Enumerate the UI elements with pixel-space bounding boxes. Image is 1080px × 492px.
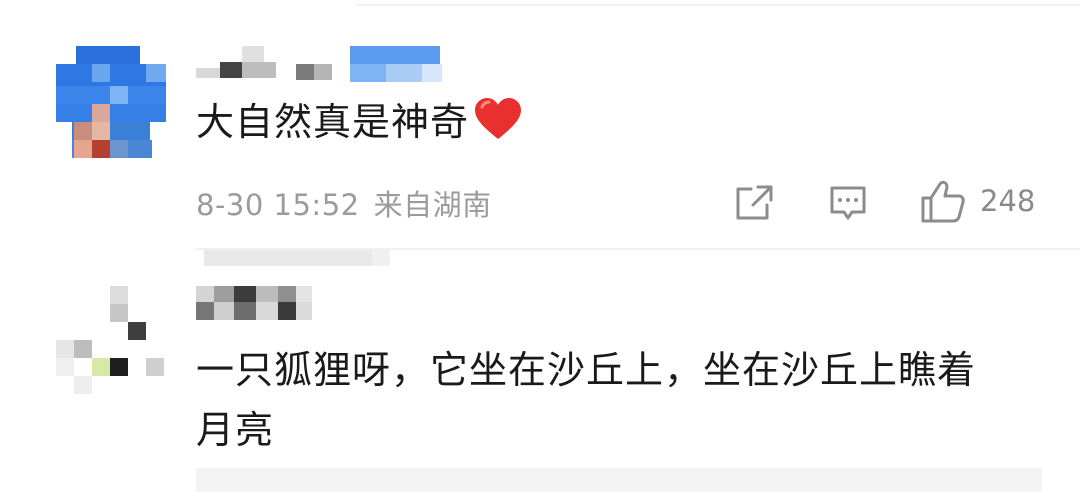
- like-count: 248: [980, 184, 1036, 218]
- divider: [356, 4, 1080, 6]
- obscured-strip: [196, 468, 1042, 492]
- comment-body-line-1: 一只狐狸呀，它坐在沙丘上，坐在沙丘上瞧着: [196, 348, 977, 392]
- avatar[interactable]: [56, 46, 166, 158]
- share-icon[interactable]: [734, 184, 774, 222]
- comment-location: 来自湖南: [373, 188, 492, 222]
- username-obscured[interactable]: [196, 286, 326, 326]
- username-obscured[interactable]: [196, 46, 446, 82]
- comment-body: 大自然真是神奇: [196, 100, 470, 144]
- avatar-pixelated-image: [56, 286, 164, 394]
- comment-feed: 大自然真是神奇 8-30 15:52 来自湖南 248 一只狐狸呀，它坐在沙丘上…: [0, 0, 1080, 492]
- avatar-pixelated-image: [56, 46, 166, 158]
- comment-meta: 8-30 15:52 来自湖南: [196, 182, 492, 224]
- comment-icon[interactable]: [828, 184, 868, 222]
- comment-date: 8-30 15:52: [196, 188, 360, 222]
- comment-body-line-2: 月亮: [196, 408, 275, 452]
- thumbs-up-icon[interactable]: [920, 180, 966, 224]
- comment-text: 大自然真是神奇: [196, 92, 523, 158]
- avatar[interactable]: [56, 286, 166, 398]
- heart-icon: [473, 97, 523, 158]
- pixelated-username: [196, 46, 442, 82]
- obscured-strip: [204, 250, 390, 270]
- comment-text: 一只狐狸呀，它坐在沙丘上，坐在沙丘上瞧着 月亮: [196, 340, 976, 460]
- pixelated-username: [196, 286, 312, 320]
